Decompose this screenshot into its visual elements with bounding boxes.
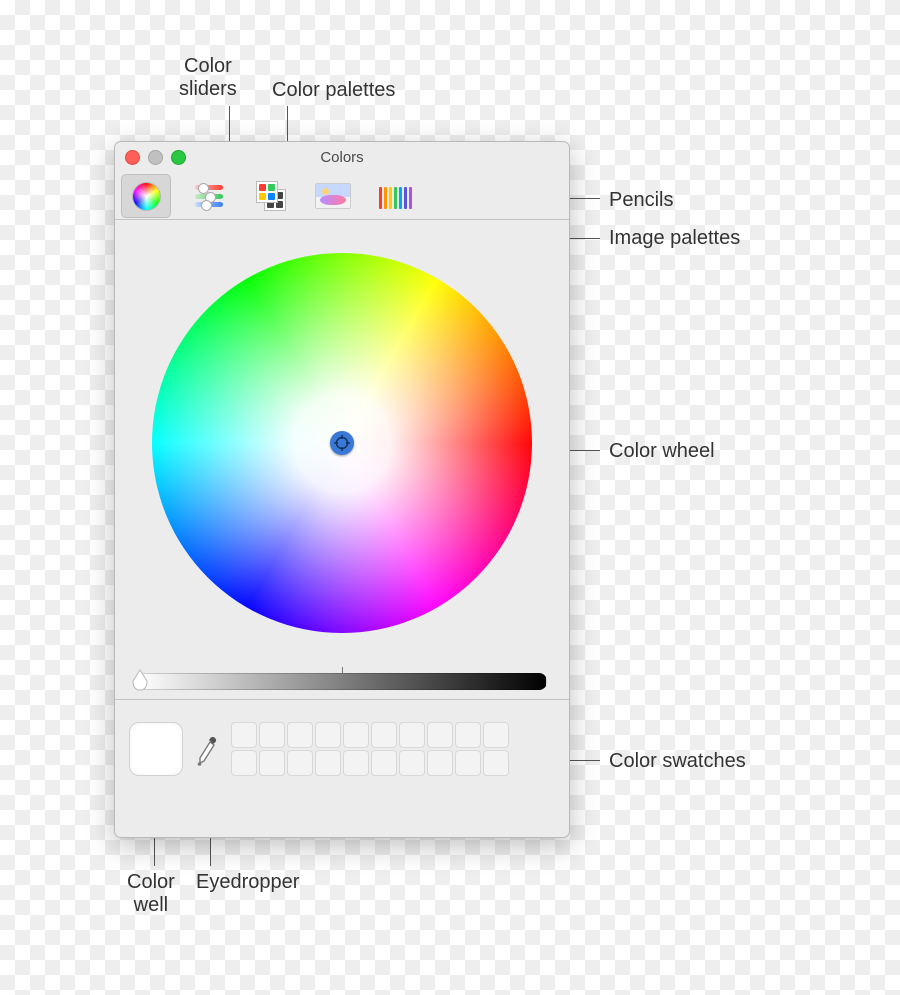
swatch-slot[interactable] xyxy=(455,750,481,776)
sliders-icon xyxy=(195,185,223,207)
swatch-slot[interactable] xyxy=(315,722,341,748)
color-swatches xyxy=(231,722,509,776)
color-wheel-area xyxy=(115,220,569,665)
window-title: Colors xyxy=(115,149,569,166)
swatch-slot[interactable] xyxy=(343,722,369,748)
annotation-color-wheel: Color wheel xyxy=(609,440,715,463)
swatch-slot[interactable] xyxy=(231,750,257,776)
swatch-slot[interactable] xyxy=(399,722,425,748)
swatch-slot[interactable] xyxy=(343,750,369,776)
swatch-slot[interactable] xyxy=(399,750,425,776)
annotation-color-palettes: Color palettes xyxy=(272,79,395,102)
annotation-color-well: Colorwell xyxy=(127,871,175,917)
swatch-slot[interactable] xyxy=(455,722,481,748)
eyedropper-button[interactable] xyxy=(195,730,219,768)
swatch-slot[interactable] xyxy=(287,722,313,748)
swatch-slot[interactable] xyxy=(231,722,257,748)
color-well[interactable] xyxy=(129,722,183,776)
swatch-slot[interactable] xyxy=(315,750,341,776)
image-palettes-tab[interactable] xyxy=(309,175,357,217)
annotation-pencils: Pencils xyxy=(609,189,673,212)
swatch-slot[interactable] xyxy=(259,722,285,748)
annotation-eyedropper: Eyedropper xyxy=(196,871,299,894)
color-wheel-cursor[interactable] xyxy=(330,431,354,455)
swatch-slot[interactable] xyxy=(371,750,397,776)
pencils-icon xyxy=(379,183,412,209)
color-palettes-tab[interactable] xyxy=(247,175,295,217)
color-picker-tabs xyxy=(115,173,569,220)
bottom-bar xyxy=(115,699,569,798)
annotation-image-palettes: Image palettes xyxy=(609,227,740,250)
color-wheel-tab[interactable] xyxy=(121,174,171,218)
annotation-color-swatches: Color swatches xyxy=(609,750,746,773)
palettes-icon xyxy=(258,183,284,209)
window-titlebar: Colors xyxy=(115,142,569,173)
brightness-track xyxy=(137,673,547,690)
swatch-slot[interactable] xyxy=(371,722,397,748)
annotation-color-sliders: Colorsliders xyxy=(179,55,237,101)
swatch-slot[interactable] xyxy=(259,750,285,776)
swatch-slot[interactable] xyxy=(427,722,453,748)
swatch-slot[interactable] xyxy=(287,750,313,776)
color-wheel-icon xyxy=(133,183,160,210)
swatch-slot[interactable] xyxy=(483,722,509,748)
color-sliders-tab[interactable] xyxy=(185,175,233,217)
pencils-tab[interactable] xyxy=(371,175,419,217)
colors-window: Colors xyxy=(114,141,570,838)
image-palettes-icon xyxy=(315,183,351,209)
brightness-thumb[interactable] xyxy=(131,668,149,692)
swatch-slot[interactable] xyxy=(427,750,453,776)
swatch-slot[interactable] xyxy=(483,750,509,776)
brightness-slider[interactable] xyxy=(131,665,553,699)
